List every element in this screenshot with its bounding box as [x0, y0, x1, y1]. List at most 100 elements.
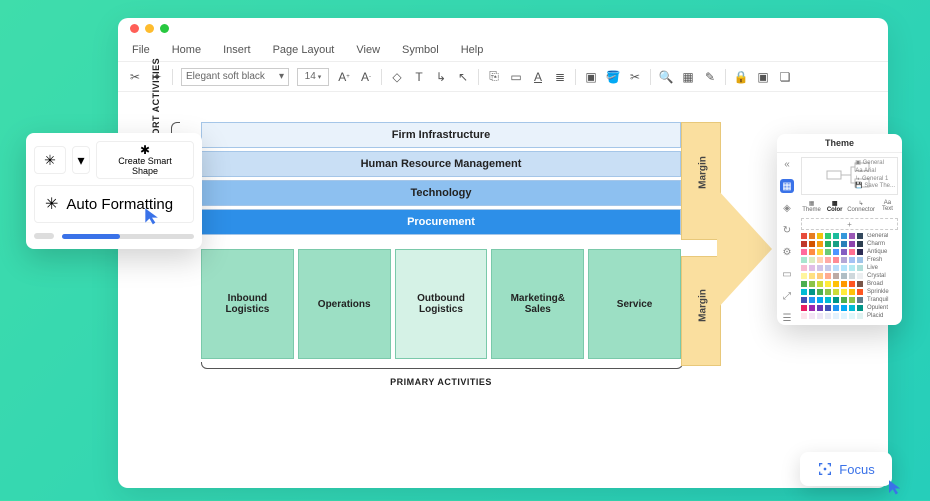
theme-preview[interactable]: ▣ General Aa Arial ↳ General 1 💾 Save Th…: [801, 157, 898, 195]
swatch[interactable]: [841, 297, 847, 303]
swatch[interactable]: [825, 249, 831, 255]
swatch[interactable]: [841, 265, 847, 271]
menu-page-layout[interactable]: Page Layout: [273, 44, 335, 56]
font-color-icon[interactable]: A: [531, 70, 545, 84]
swatch-row[interactable]: Tranquil: [801, 297, 898, 303]
auto-formatting-button[interactable]: ✳ Auto Formatting: [34, 185, 194, 223]
swatch[interactable]: [809, 233, 815, 239]
swatch[interactable]: [857, 289, 863, 295]
swatch[interactable]: [801, 273, 807, 279]
box-marketing-sales[interactable]: Marketing& Sales: [491, 249, 584, 359]
swatch[interactable]: [833, 297, 839, 303]
link-icon[interactable]: ⎘: [487, 70, 501, 84]
tab-color[interactable]: ▦Color: [824, 198, 845, 215]
dropdown-button[interactable]: ▾: [72, 146, 90, 174]
box-service[interactable]: Service: [588, 249, 681, 359]
box-inbound-logistics[interactable]: Inbound Logistics: [201, 249, 294, 359]
swatch[interactable]: [849, 257, 855, 263]
swatch[interactable]: [841, 313, 847, 319]
swatch[interactable]: [817, 289, 823, 295]
swatch[interactable]: [817, 249, 823, 255]
swatch[interactable]: [809, 249, 815, 255]
list-icon[interactable]: ☰: [780, 311, 794, 325]
menu-help[interactable]: Help: [461, 44, 484, 56]
font-select[interactable]: Elegant soft black▾: [181, 68, 289, 86]
add-theme-button[interactable]: +: [801, 218, 898, 230]
swatch[interactable]: [833, 273, 839, 279]
swatch[interactable]: [801, 265, 807, 271]
swatch[interactable]: [809, 265, 815, 271]
swatch[interactable]: [825, 313, 831, 319]
swatch[interactable]: [849, 241, 855, 247]
swatch[interactable]: [857, 297, 863, 303]
swatch[interactable]: [857, 265, 863, 271]
swatch[interactable]: [825, 257, 831, 263]
swatch[interactable]: [857, 273, 863, 279]
swatch-row[interactable]: Charm: [801, 241, 898, 247]
bar-hr-management[interactable]: Human Resource Management: [201, 151, 681, 177]
swatch[interactable]: [817, 273, 823, 279]
swatch[interactable]: [841, 305, 847, 311]
swatch[interactable]: [817, 281, 823, 287]
swatch[interactable]: [801, 281, 807, 287]
swatch[interactable]: [809, 297, 815, 303]
swatch[interactable]: [825, 273, 831, 279]
menu-view[interactable]: View: [356, 44, 380, 56]
back-icon[interactable]: «: [780, 157, 794, 171]
swatch[interactable]: [833, 249, 839, 255]
decrease-font-icon[interactable]: A-: [359, 70, 373, 84]
swatch[interactable]: [825, 305, 831, 311]
swatch[interactable]: [809, 289, 815, 295]
search-icon[interactable]: 🔍: [659, 70, 673, 84]
swatch[interactable]: [841, 289, 847, 295]
swatch[interactable]: [817, 241, 823, 247]
layer-icon[interactable]: ❏: [778, 70, 792, 84]
swatch[interactable]: [849, 273, 855, 279]
table-icon[interactable]: ▦: [681, 70, 695, 84]
box-operations[interactable]: Operations: [298, 249, 391, 359]
swatch[interactable]: [817, 297, 823, 303]
swatch[interactable]: [857, 249, 863, 255]
swatch[interactable]: [857, 233, 863, 239]
tab-connector[interactable]: ↳Connector: [847, 198, 875, 215]
tab-theme[interactable]: ▦Theme: [801, 198, 822, 215]
swatch-row[interactable]: Crystal: [801, 273, 898, 279]
increase-font-icon[interactable]: A+: [337, 70, 351, 84]
swatch[interactable]: [857, 257, 863, 263]
swatch[interactable]: [801, 297, 807, 303]
rect-icon[interactable]: ▭: [509, 70, 523, 84]
swatch[interactable]: [801, 233, 807, 239]
swatch[interactable]: [825, 289, 831, 295]
swatch[interactable]: [833, 257, 839, 263]
swatch[interactable]: [833, 281, 839, 287]
swatch[interactable]: [841, 257, 847, 263]
swatch[interactable]: [817, 233, 823, 239]
swatch[interactable]: [809, 273, 815, 279]
focus-button[interactable]: Focus: [800, 452, 892, 486]
settings-icon[interactable]: ⚙: [780, 245, 794, 259]
swatch[interactable]: [849, 233, 855, 239]
swatch[interactable]: [825, 241, 831, 247]
expand-icon[interactable]: ⤢: [780, 289, 794, 303]
format-slider[interactable]: [34, 231, 194, 241]
tab-text[interactable]: AaText: [877, 198, 898, 215]
cut-icon[interactable]: ✂: [128, 70, 142, 84]
swatch[interactable]: [809, 313, 815, 319]
swatch[interactable]: [833, 289, 839, 295]
swatch[interactable]: [849, 297, 855, 303]
swatch-row[interactable]: Placid: [801, 313, 898, 319]
swatch[interactable]: [817, 257, 823, 263]
swatch[interactable]: [825, 233, 831, 239]
swatch[interactable]: [809, 305, 815, 311]
menu-home[interactable]: Home: [172, 44, 201, 56]
swatch[interactable]: [849, 305, 855, 311]
bar-firm-infrastructure[interactable]: Firm Infrastructure: [201, 122, 681, 148]
minimize-icon[interactable]: [145, 24, 154, 33]
slider-track[interactable]: [62, 234, 194, 239]
swatch[interactable]: [841, 249, 847, 255]
swatch[interactable]: [841, 281, 847, 287]
swatch[interactable]: [817, 313, 823, 319]
swatch[interactable]: [801, 249, 807, 255]
swatch[interactable]: [809, 281, 815, 287]
pen-icon[interactable]: ✎: [703, 70, 717, 84]
